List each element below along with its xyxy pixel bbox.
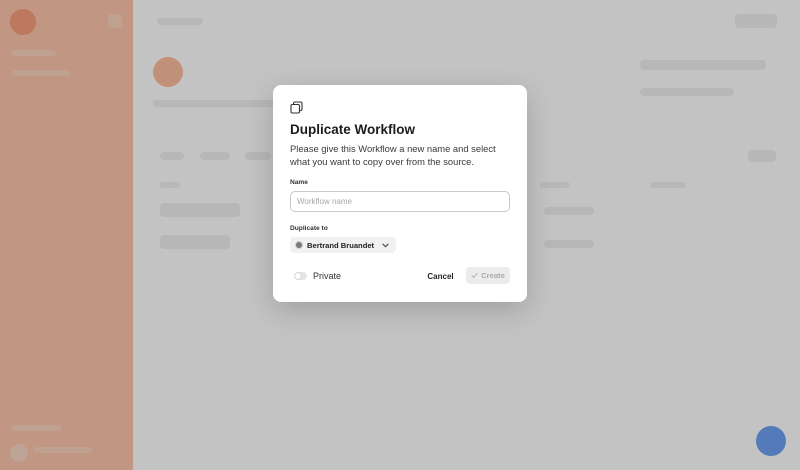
workflow-name-input[interactable] — [290, 191, 510, 212]
duplicate-workflow-dialog: Duplicate Workflow Please give this Work… — [273, 85, 527, 302]
cancel-button[interactable]: Cancel — [423, 268, 458, 284]
duplicate-to-value: Bertrand Bruandet — [307, 240, 375, 250]
user-avatar-icon — [295, 241, 303, 249]
private-toggle-row: Private — [294, 271, 341, 281]
check-icon — [471, 273, 478, 278]
private-toggle[interactable] — [294, 272, 307, 280]
name-label: Name — [290, 179, 308, 186]
duplicate-to-select[interactable]: Bertrand Bruandet — [290, 237, 397, 253]
create-label: Create — [481, 271, 505, 280]
private-label: Private — [313, 271, 342, 281]
chevron-down-icon — [382, 243, 389, 247]
duplicate-to-label: Duplicate to — [290, 225, 328, 232]
create-button[interactable]: Create — [466, 267, 510, 284]
dialog-title: Duplicate Workflow — [290, 122, 416, 137]
toggle-knob — [295, 273, 301, 279]
duplicate-icon — [290, 101, 303, 114]
dialog-description: Please give this Workflow a new name and… — [290, 143, 496, 167]
